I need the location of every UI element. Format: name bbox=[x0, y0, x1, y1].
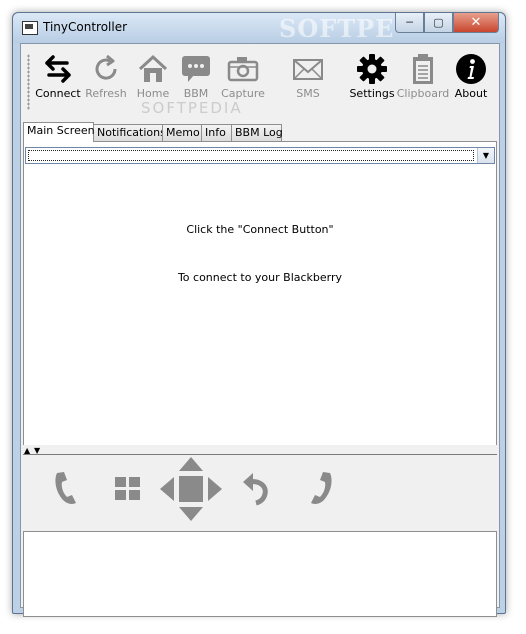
connect-instruction: Click the "Connect Button" bbox=[186, 223, 334, 236]
dpad-control[interactable] bbox=[160, 457, 222, 524]
call-button[interactable] bbox=[52, 469, 82, 510]
hangup-icon bbox=[305, 472, 335, 510]
watermark: SOFTPEDIA bbox=[141, 99, 243, 117]
back-icon bbox=[243, 473, 271, 509]
close-button[interactable]: ✕ bbox=[453, 13, 499, 33]
about-button[interactable]: About bbox=[443, 52, 499, 112]
tab-info[interactable]: Info bbox=[201, 124, 232, 141]
app-window: TinyController SOFTPE ─ ▢ ✕ Connect Refr… bbox=[12, 12, 506, 617]
client-area: Connect Refresh Home BBM Capture SMS Set… bbox=[20, 43, 500, 617]
tab-bbm-log[interactable]: BBM Log bbox=[231, 124, 283, 141]
chevron-down-icon[interactable]: ▼ bbox=[477, 148, 494, 163]
envelope-icon bbox=[280, 52, 336, 86]
title-bar[interactable]: TinyController SOFTPE ─ ▢ ✕ bbox=[13, 13, 505, 43]
collapse-up-icon[interactable]: ▲ bbox=[24, 447, 30, 455]
splitter[interactable]: ▲ ▼ bbox=[23, 445, 497, 455]
about-label: About bbox=[454, 87, 488, 100]
window-controls: ─ ▢ ✕ bbox=[395, 13, 499, 33]
tab-memo[interactable]: Memo bbox=[162, 124, 202, 141]
info-icon bbox=[443, 52, 499, 86]
call-icon bbox=[52, 472, 82, 510]
menu-grid-icon bbox=[115, 477, 141, 504]
output-box[interactable] bbox=[23, 531, 497, 617]
watermark: SOFTPE bbox=[279, 14, 395, 43]
hangup-button[interactable] bbox=[305, 469, 335, 510]
tab-main-screen[interactable]: Main Screen bbox=[23, 122, 95, 142]
gear-icon bbox=[344, 52, 400, 86]
maximize-button[interactable]: ▢ bbox=[424, 13, 453, 33]
menu-button[interactable] bbox=[115, 477, 141, 504]
connect-hint: To connect to your Blackberry bbox=[177, 271, 343, 284]
main-screen-panel: ▼ Click the "Connect Button" To connect … bbox=[23, 141, 497, 447]
minimize-button[interactable]: ─ bbox=[395, 13, 424, 33]
settings-button[interactable]: Settings bbox=[344, 52, 400, 112]
collapse-down-icon[interactable]: ▼ bbox=[34, 447, 40, 455]
screen-select[interactable]: ▼ bbox=[25, 147, 495, 164]
settings-label: Settings bbox=[349, 87, 395, 100]
sms-label: SMS bbox=[296, 87, 320, 100]
toolbar: Connect Refresh Home BBM Capture SMS Set… bbox=[21, 44, 499, 118]
screen-select-value bbox=[28, 150, 474, 161]
app-icon bbox=[22, 21, 38, 35]
window-title: TinyController bbox=[43, 20, 128, 34]
dpad-icon bbox=[160, 457, 222, 524]
back-button[interactable] bbox=[243, 472, 271, 509]
device-screen: Click the "Connect Button" To connect to… bbox=[25, 165, 495, 445]
tab-notifications[interactable]: Notifications bbox=[93, 124, 166, 141]
camera-icon bbox=[215, 52, 271, 86]
sms-button[interactable]: SMS bbox=[280, 52, 336, 112]
